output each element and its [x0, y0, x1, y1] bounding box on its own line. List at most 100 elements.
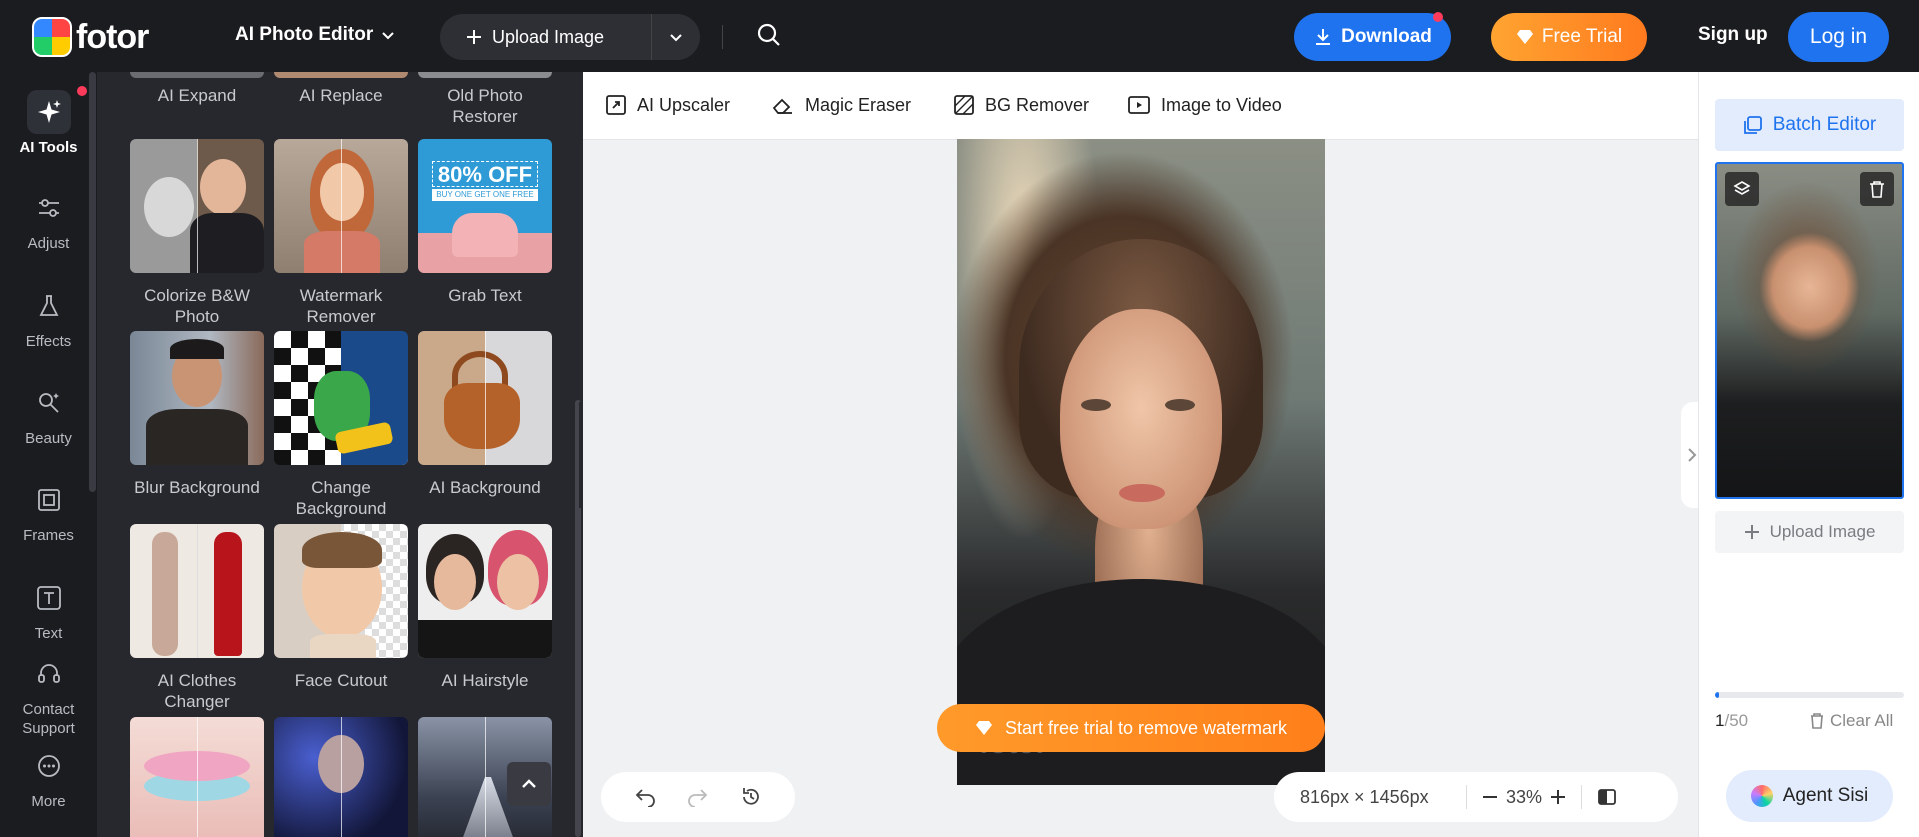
tool-tile-ai-background[interactable]: AI Background	[418, 331, 552, 498]
upload-image-button[interactable]: Upload Image	[440, 14, 652, 60]
image-to-video-label: Image to Video	[1161, 94, 1282, 115]
bg-remover-label: BG Remover	[985, 94, 1090, 115]
add-image-button[interactable]: Upload Image	[1715, 511, 1904, 553]
notification-dot	[77, 86, 87, 96]
tile-thumbnail	[418, 524, 552, 658]
rail-item-effects[interactable]: Effects	[0, 284, 97, 351]
scroll-to-top-button[interactable]	[507, 762, 551, 806]
zoom-out-icon[interactable]	[1481, 788, 1499, 806]
tool-tile-ai-expand[interactable]: AI Expand	[130, 85, 264, 106]
text-icon	[27, 576, 71, 620]
tool-tile-ai-hairstyle[interactable]: AI Hairstyle	[418, 524, 552, 691]
tool-tile-ai-clothes-changer[interactable]: AI Clothes Changer	[130, 524, 264, 712]
tool-tile-face-cutout[interactable]: Face Cutout	[274, 524, 408, 691]
editor-switcher[interactable]: AI Photo Editor	[235, 24, 395, 46]
log-in-button[interactable]: Log in	[1788, 12, 1889, 62]
tool-tile-blur-background[interactable]: Blur Background	[130, 331, 264, 498]
add-image-label: Upload Image	[1769, 522, 1876, 541]
tile-thumbnail	[274, 717, 408, 837]
rail-item-contact-support[interactable]: Contact Support	[0, 652, 97, 738]
image-count-total: /50	[1724, 711, 1749, 730]
batch-editor-button[interactable]: Batch Editor	[1715, 99, 1904, 151]
sliders-icon	[27, 186, 71, 230]
video-icon	[1128, 96, 1150, 114]
trash-icon[interactable]	[1860, 172, 1894, 206]
image-count-progress	[1715, 692, 1904, 698]
rail-item-text[interactable]: Text	[0, 576, 97, 643]
bg-remover-icon	[954, 95, 974, 115]
tool-tile-change-background[interactable]: Change Background	[274, 331, 408, 519]
flask-icon	[27, 284, 71, 328]
tile-label: AI Clothes Changer	[157, 671, 237, 711]
tool-tile-colorize[interactable]: Colorize B&W Photo	[130, 139, 264, 327]
download-icon	[1316, 29, 1331, 45]
headset-icon	[27, 652, 71, 696]
redo-icon[interactable]	[687, 787, 709, 807]
zoom-in-icon[interactable]	[1549, 788, 1567, 806]
frame-icon	[27, 478, 71, 522]
tile-thumbnail	[274, 524, 408, 658]
upload-image-label: Upload Image	[492, 26, 605, 47]
upscale-icon	[606, 95, 626, 115]
tile-label: Face Cutout	[294, 671, 388, 690]
divider	[722, 25, 723, 49]
image-thumbnail[interactable]	[1715, 162, 1904, 499]
rail-item-label: Adjust	[27, 235, 70, 252]
tool-tile-watermark-remover[interactable]: Watermark Remover	[274, 139, 408, 327]
canvas-image[interactable]: fotor	[957, 139, 1325, 785]
tool-tile-night-portrait[interactable]	[274, 717, 408, 837]
history-reset-icon[interactable]	[740, 786, 762, 808]
sign-up-link[interactable]: Sign up	[1698, 24, 1768, 46]
bg-remover-button[interactable]: BG Remover	[953, 94, 1089, 116]
tile-thumbnail	[130, 139, 264, 273]
rail-item-ai-tools[interactable]: AI Tools	[0, 90, 97, 157]
tile-thumbnail	[274, 72, 408, 78]
diamond-icon	[1516, 30, 1533, 44]
remove-watermark-label: Start free trial to remove watermark	[1004, 717, 1288, 738]
rail-item-label: AI Tools	[19, 139, 78, 156]
rail-item-adjust[interactable]: Adjust	[0, 186, 97, 253]
magic-eraser-button[interactable]: Magic Eraser	[771, 94, 911, 116]
image-count: 1/50	[1715, 711, 1748, 731]
plus-icon	[1744, 525, 1759, 539]
image-to-video-button[interactable]: Image to Video	[1127, 94, 1282, 116]
search-button[interactable]	[756, 22, 782, 53]
rail-item-more[interactable]: More	[0, 744, 97, 811]
logo-icon	[32, 17, 72, 57]
rail-item-frames[interactable]: Frames	[0, 478, 97, 545]
rail-item-beauty[interactable]: Beauty	[0, 381, 97, 448]
sparkle-icon	[26, 90, 71, 134]
chevron-right-icon	[1688, 448, 1697, 462]
eraser-icon	[772, 98, 792, 114]
agent-sisi-label: Agent Sisi	[1782, 785, 1869, 806]
tile-thumbnail	[418, 72, 552, 78]
ai-upscaler-button[interactable]: AI Upscaler	[605, 94, 730, 116]
upload-image-group: Upload Image	[440, 14, 700, 60]
ai-upscaler-label: AI Upscaler	[637, 94, 731, 115]
upload-options-button[interactable]	[652, 30, 700, 44]
agent-orb-icon	[1750, 785, 1773, 807]
progress-fill	[1715, 692, 1719, 698]
tile-thumbnail	[130, 717, 264, 837]
history-controls	[601, 772, 795, 822]
tool-tile-grab-text[interactable]: 80% OFF BUY ONE GET ONE FREE Grab Text	[418, 139, 552, 306]
fotor-logo[interactable]: fotor	[32, 17, 149, 57]
tool-tile-macaron[interactable]	[130, 717, 264, 837]
batch-icon	[1743, 116, 1762, 134]
plus-icon	[467, 30, 481, 44]
free-trial-button[interactable]: Free Trial	[1491, 13, 1647, 61]
tile-thumbnail: 80% OFF BUY ONE GET ONE FREE	[418, 139, 552, 273]
undo-icon[interactable]	[634, 787, 656, 807]
rail-item-label: Contact Support	[22, 701, 75, 737]
tool-tile-ai-replace[interactable]: AI Replace	[274, 85, 408, 106]
tile-thumbnail	[130, 331, 264, 465]
remove-watermark-button[interactable]: Start free trial to remove watermark	[937, 704, 1325, 752]
agent-sisi-button[interactable]: Agent Sisi	[1726, 770, 1893, 822]
layers-icon[interactable]	[1725, 172, 1759, 206]
clear-all-button[interactable]: Clear All	[1810, 711, 1893, 731]
top-bar: fotor AI Photo Editor Upload Image Downl…	[0, 0, 1919, 72]
zoom-level: 33%	[1505, 786, 1543, 807]
compare-icon[interactable]	[1596, 786, 1618, 808]
tool-tile-old-photo-restorer[interactable]: Old Photo Restorer	[418, 85, 552, 127]
download-button[interactable]: Download	[1294, 12, 1451, 61]
